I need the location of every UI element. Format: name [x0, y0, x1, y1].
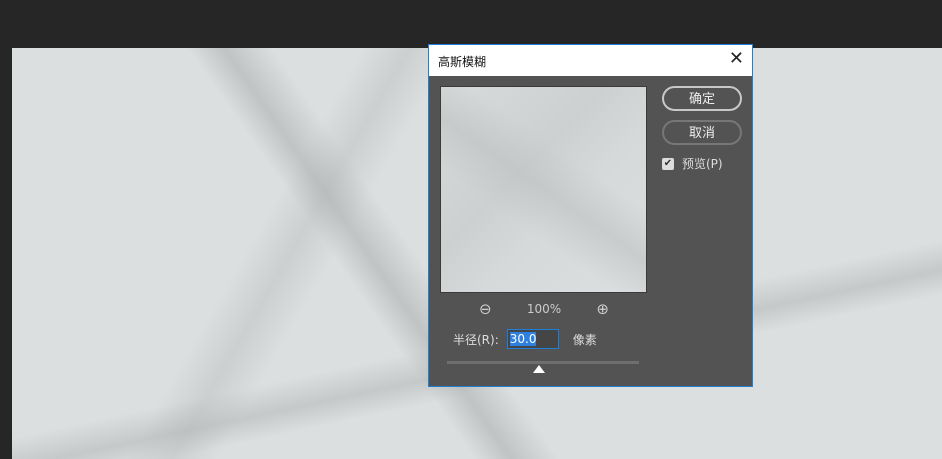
- close-icon[interactable]: ✕: [729, 50, 744, 68]
- gaussian-blur-dialog: 高斯模糊 ✕ 确定 取消 ✔ 预览(P) ⊖ 100% ⊕ 半径(R): 30.…: [428, 44, 753, 387]
- cancel-button[interactable]: 取消: [662, 120, 742, 145]
- radius-unit: 像素: [572, 332, 597, 347]
- zoom-out-icon[interactable]: ⊖: [479, 300, 492, 318]
- zoom-level: 100%: [526, 302, 562, 316]
- zoom-in-icon[interactable]: ⊕: [596, 300, 609, 318]
- preview-label: 预览(P): [682, 157, 723, 171]
- radius-slider-thumb[interactable]: [533, 365, 546, 373]
- preview-checkbox[interactable]: ✔ 预览(P): [662, 155, 723, 172]
- radius-row: 半径(R): 30.0 像素: [453, 329, 597, 349]
- radius-label: 半径(R):: [453, 332, 499, 347]
- zoom-controls: ⊖ 100% ⊕: [479, 300, 609, 318]
- radius-input[interactable]: 30.0: [506, 329, 559, 349]
- dialog-title: 高斯模糊: [438, 55, 487, 69]
- checkbox-checked-icon[interactable]: ✔: [662, 157, 674, 170]
- radius-slider-track[interactable]: [447, 361, 639, 364]
- ok-button[interactable]: 确定: [662, 86, 742, 111]
- radius-value[interactable]: 30.0: [509, 332, 537, 346]
- preview-pane[interactable]: [440, 86, 647, 293]
- title-bar[interactable]: 高斯模糊 ✕: [429, 45, 752, 76]
